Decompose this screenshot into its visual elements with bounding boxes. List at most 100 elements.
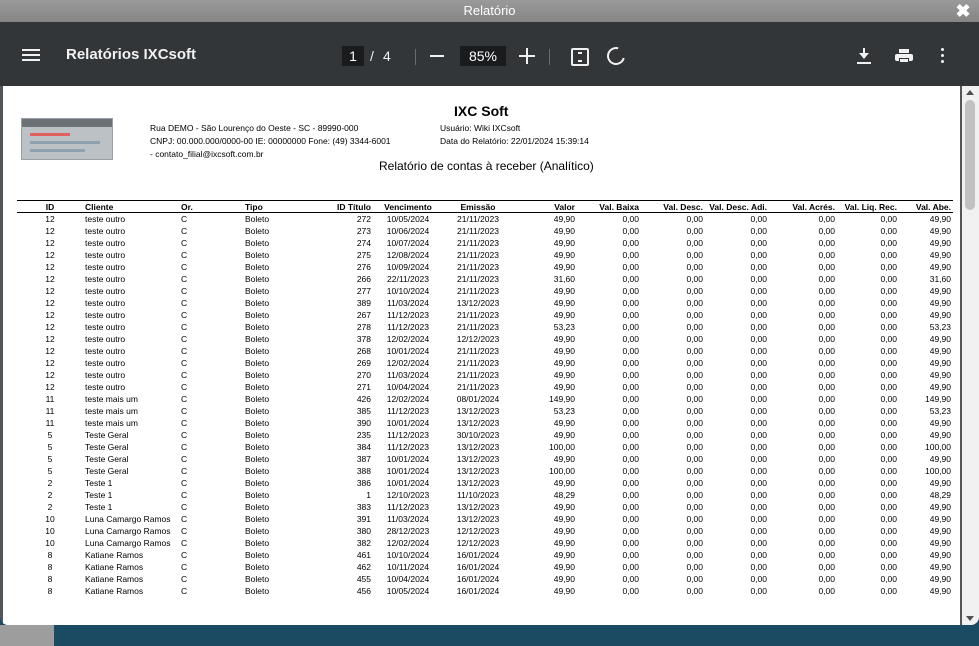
table-cell: 0,00: [622, 334, 639, 344]
table-cell: C: [181, 418, 188, 428]
table-row: 12 teste outro C Boleto 277 10/10/2024 21/11/2…: [17, 285, 953, 297]
column-header: Emissão: [443, 200, 513, 213]
zoom-input[interactable]: 85%: [460, 46, 506, 66]
table-cell: 21/11/2023: [457, 382, 499, 392]
table-cell: 0,00: [880, 250, 897, 260]
table-cell: Teste Geral: [85, 430, 129, 440]
toolbar-divider: [549, 49, 550, 65]
table-cell: 49,90: [929, 478, 951, 488]
table-cell: 0,00: [750, 514, 767, 524]
table-cell: 388: [356, 466, 371, 476]
table-cell: 49,90: [929, 418, 951, 428]
page-separator: /: [370, 48, 374, 64]
pdf-page: IXC Soft Rua DEMO - São Lourenço do Oest…: [3, 86, 960, 625]
table-cell: 0,00: [686, 550, 703, 560]
scroll-thumb[interactable]: [965, 100, 975, 210]
table-cell: 0,00: [818, 310, 835, 320]
table-cell: 12: [45, 370, 55, 380]
table-cell: 0,00: [818, 538, 835, 548]
table-cell: 49,90: [553, 226, 575, 236]
table-row: 11 teste mais um C Boleto 390 10/01/2024 13/12…: [17, 417, 953, 429]
table-cell: 0,00: [818, 502, 835, 512]
table-cell: 0,00: [686, 394, 703, 404]
table-cell: 0,00: [622, 298, 639, 308]
print-icon[interactable]: [895, 49, 913, 63]
table-cell: 0,00: [750, 370, 767, 380]
table-cell: 0,00: [880, 394, 897, 404]
table-cell: 269: [356, 358, 371, 368]
table-row: 12 teste outro C Boleto 272 10/05/2024 21/11/2…: [17, 213, 953, 226]
table-cell: 384: [356, 442, 371, 452]
window-titlebar[interactable]: Relatório ✖: [0, 0, 979, 22]
table-cell: 0,00: [750, 382, 767, 392]
table-cell: 49,90: [553, 586, 575, 596]
table-cell: 13/12/2023: [456, 514, 500, 524]
fit-page-icon[interactable]: [571, 48, 589, 66]
taskbar-item[interactable]: [0, 625, 54, 646]
table-cell: Teste 1: [85, 478, 113, 488]
table-cell: teste outro: [85, 214, 126, 224]
table-cell: teste outro: [85, 322, 126, 332]
table-cell: 0,00: [880, 442, 897, 452]
table-cell: 49,90: [929, 502, 951, 512]
close-icon[interactable]: ✖: [955, 0, 971, 22]
table-cell: 0,00: [622, 370, 639, 380]
minus-icon[interactable]: [430, 55, 444, 57]
table-cell: C: [181, 394, 188, 404]
table-cell: 10: [45, 526, 55, 536]
table-cell: 0,00: [818, 526, 835, 536]
table-cell: 21/11/2023: [457, 250, 499, 260]
report-user: Usuário: Wiki IXCsoft: [440, 123, 521, 133]
table-cell: 10/04/2024: [386, 382, 430, 392]
table-cell: 10/04/2024: [386, 574, 430, 584]
table-cell: 0,00: [880, 346, 897, 356]
menu-icon[interactable]: [22, 49, 40, 61]
table-cell: 100,00: [549, 442, 575, 452]
column-header: ID: [17, 200, 83, 213]
table-cell: teste outro: [85, 298, 126, 308]
table-cell: Boleto: [245, 430, 270, 440]
table-cell: teste outro: [85, 238, 126, 248]
table-cell: 0,00: [818, 250, 835, 260]
table-cell: 391: [356, 514, 371, 524]
table-cell: 11/03/2024: [387, 370, 429, 380]
plus-icon[interactable]: [519, 48, 535, 64]
company-address: Rua DEMO - São Lourenço do Oeste - SC - …: [150, 123, 359, 133]
table-cell: 49,90: [929, 346, 951, 356]
table-cell: 0,00: [818, 574, 835, 584]
vertical-scrollbar[interactable]: [962, 86, 979, 625]
table-cell: 0,00: [880, 322, 897, 332]
table-cell: 0,00: [880, 358, 897, 368]
table-cell: 2: [47, 490, 53, 500]
table-cell: 0,00: [622, 226, 639, 236]
page-number-input[interactable]: 1: [342, 46, 364, 66]
table-row: 12 teste outro C Boleto 389 11/03/2024 13/12/2…: [17, 297, 953, 309]
table-cell: 0,00: [880, 238, 897, 248]
table-cell: teste mais um: [85, 418, 138, 428]
more-vert-icon[interactable]: [941, 48, 945, 64]
rotate-icon[interactable]: [603, 43, 629, 69]
table-row: 5 Teste Geral C Boleto 384 11/12/2023 13/12/20…: [17, 441, 953, 453]
table-row: 10 Luna Camargo Ramos C Boleto 380 28/12/2023…: [17, 525, 953, 537]
table-cell: 0,00: [880, 226, 897, 236]
table-cell: 276: [356, 262, 371, 272]
table-cell: 462: [356, 562, 371, 572]
table-cell: 0,00: [750, 310, 767, 320]
scroll-down-icon[interactable]: [966, 616, 974, 621]
table-cell: 0,00: [818, 274, 835, 284]
table-cell: Boleto: [245, 370, 270, 380]
scroll-up-icon[interactable]: [966, 90, 974, 95]
table-cell: 2: [47, 478, 53, 488]
table-cell: 0,00: [622, 310, 639, 320]
table-cell: 49,90: [929, 334, 951, 344]
table-cell: 21/11/2023: [457, 310, 499, 320]
table-cell: C: [181, 514, 188, 524]
download-icon[interactable]: [856, 48, 872, 64]
table-cell: Katiane Ramos: [85, 574, 144, 584]
table-cell: 426: [356, 394, 371, 404]
table-cell: 21/11/2023: [457, 238, 499, 248]
table-cell: 49,90: [929, 286, 951, 296]
table-cell: Teste Geral: [85, 466, 129, 476]
table-cell: 49,90: [929, 526, 951, 536]
table-cell: 0,00: [880, 418, 897, 428]
